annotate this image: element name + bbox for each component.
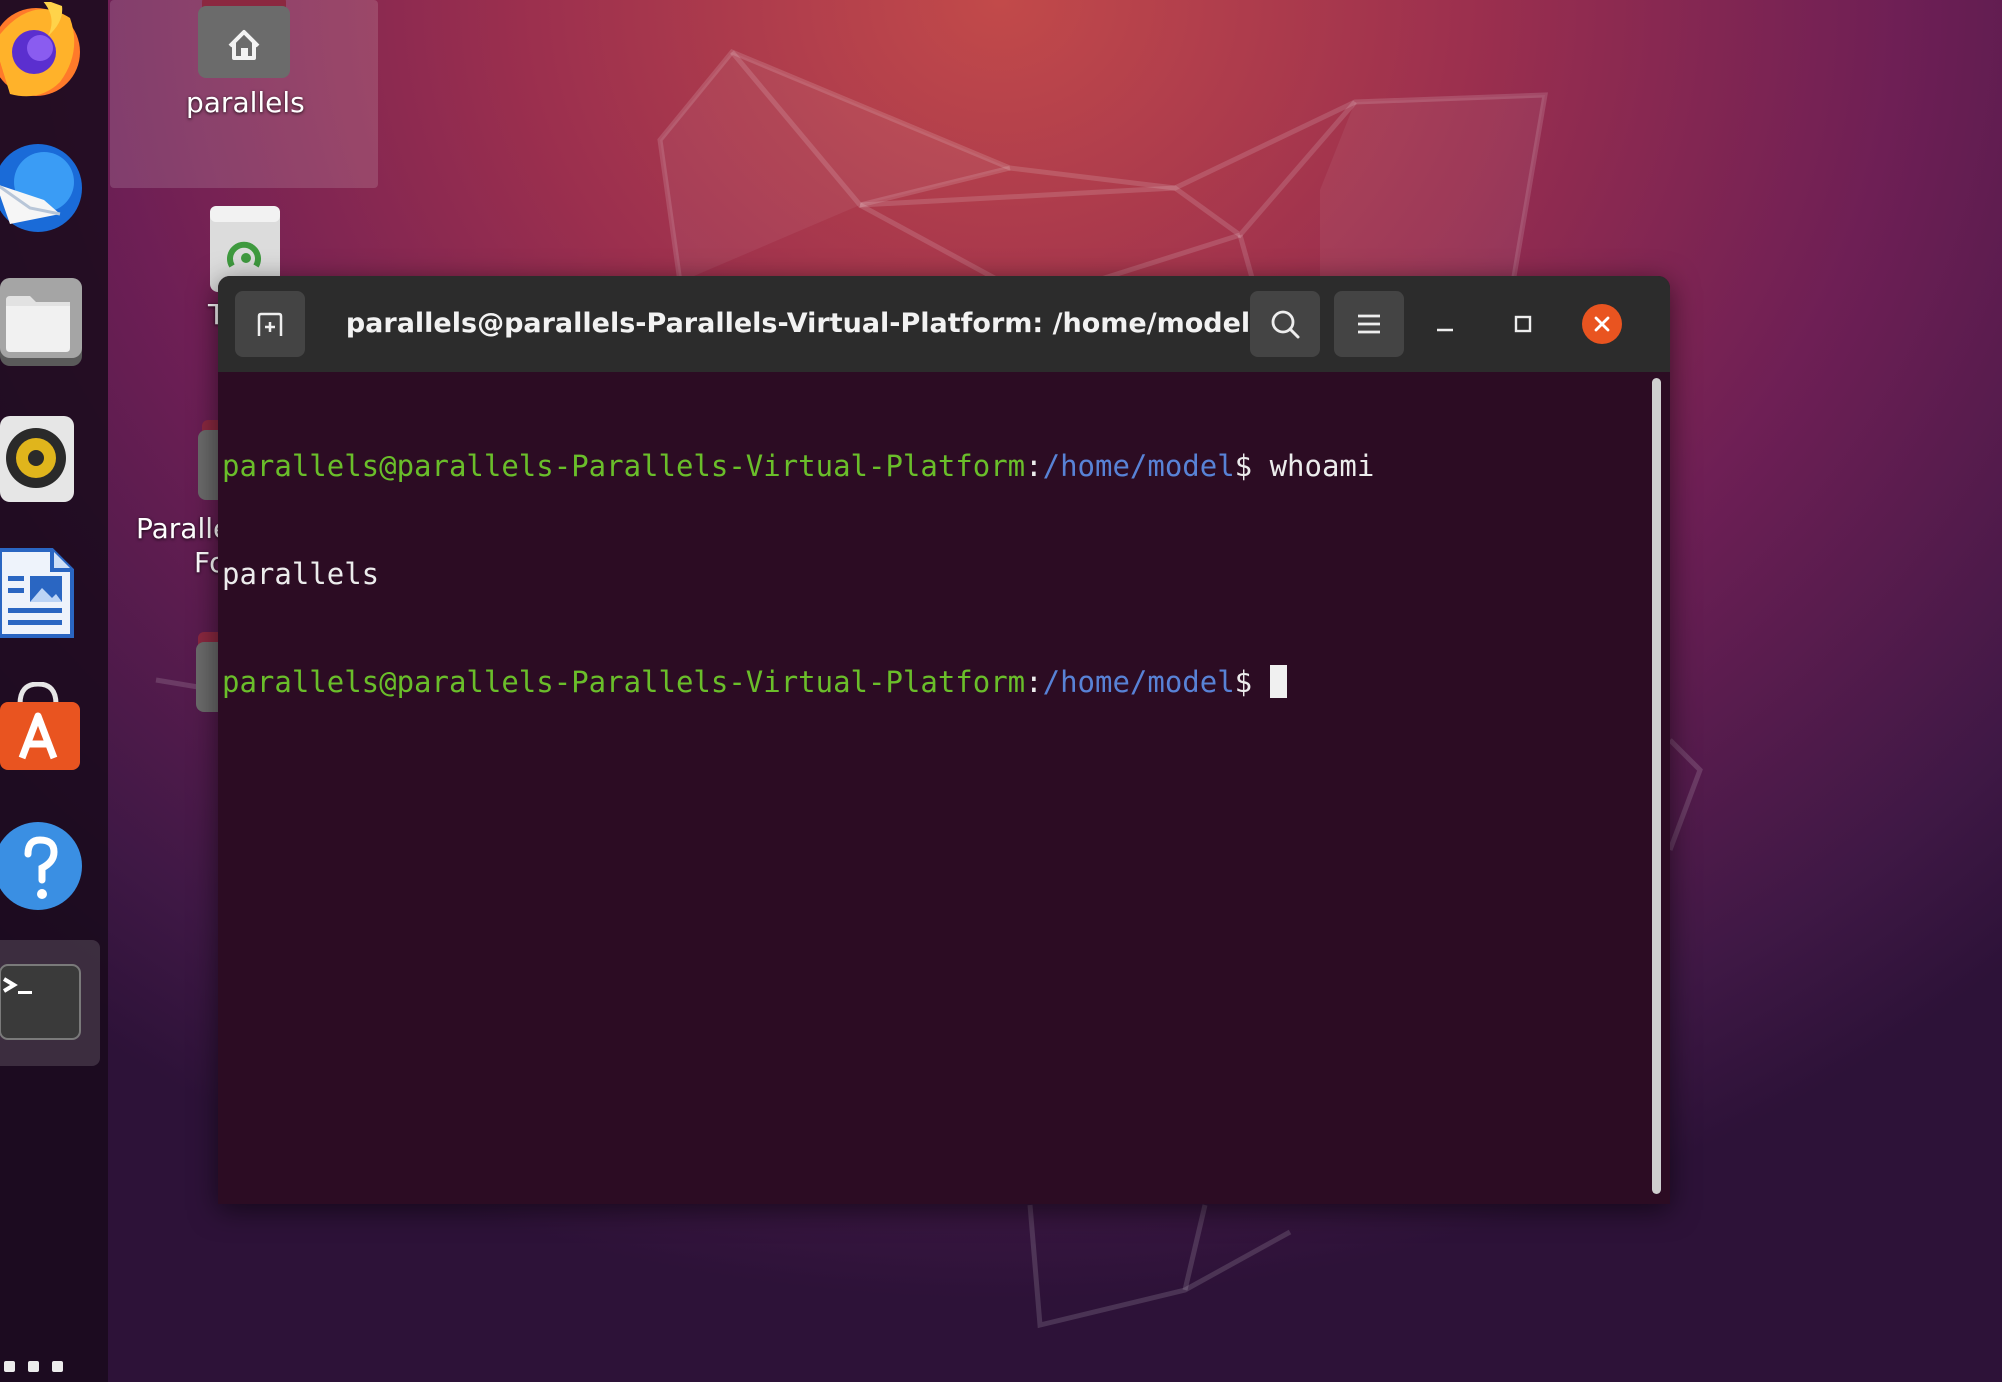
dock-item-files[interactable] bbox=[0, 262, 100, 382]
maximize-icon bbox=[1514, 315, 1532, 333]
desktop-icon-label: Paralle bbox=[136, 512, 231, 545]
minimize-button[interactable] bbox=[1425, 304, 1465, 344]
desktop-icon-label: parallels bbox=[186, 86, 305, 119]
app-grid-icon[interactable] bbox=[4, 1361, 63, 1372]
terminal-window: parallels@parallels-Parallels-Virtual-Pl… bbox=[218, 276, 1670, 1204]
terminal-line: parallels bbox=[222, 556, 1642, 592]
maximize-button[interactable] bbox=[1503, 304, 1543, 344]
prompt-separator: : bbox=[1025, 449, 1043, 483]
firefox-icon bbox=[0, 2, 80, 97]
window-title: parallels@parallels-Parallels-Virtual-Pl… bbox=[345, 308, 1251, 339]
thunderbird-icon bbox=[0, 144, 82, 232]
desktop-shared-folder[interactable]: Paralle Fo bbox=[130, 420, 278, 580]
prompt-path: /home/model bbox=[1042, 449, 1235, 483]
desktop-home-folder[interactable]: parallels bbox=[110, 0, 378, 188]
rhythmbox-icon bbox=[0, 416, 74, 502]
dock bbox=[0, 0, 108, 1382]
software-icon bbox=[0, 682, 80, 770]
scrollbar[interactable] bbox=[1652, 378, 1661, 1194]
prompt-symbol: $ bbox=[1234, 449, 1270, 483]
terminal-line: parallels@parallels-Parallels-Virtual-Pl… bbox=[222, 664, 1642, 700]
close-icon bbox=[1594, 316, 1610, 332]
files-icon bbox=[0, 278, 82, 366]
text-cursor bbox=[1269, 665, 1287, 698]
terminal-titlebar[interactable]: parallels@parallels-Parallels-Virtual-Pl… bbox=[218, 276, 1670, 372]
hamburger-menu-icon bbox=[1358, 314, 1380, 334]
command-output: parallels bbox=[222, 557, 380, 591]
minimize-icon bbox=[1437, 328, 1453, 332]
search-button[interactable] bbox=[1250, 291, 1320, 357]
prompt-separator: : bbox=[1025, 665, 1043, 699]
terminal-line: parallels@parallels-Parallels-Virtual-Pl… bbox=[222, 448, 1642, 484]
help-icon bbox=[0, 822, 82, 910]
dock-item-thunderbird[interactable] bbox=[0, 128, 100, 248]
dock-item-rhythmbox[interactable] bbox=[0, 398, 100, 518]
dock-item-writer[interactable] bbox=[0, 532, 100, 652]
home-folder-icon bbox=[198, 0, 290, 78]
command-text: whoami bbox=[1269, 449, 1375, 483]
menu-button[interactable] bbox=[1334, 291, 1404, 357]
dock-item-software[interactable] bbox=[0, 668, 100, 788]
search-icon bbox=[1271, 310, 1300, 339]
writer-icon bbox=[0, 548, 74, 638]
dock-item-terminal[interactable] bbox=[0, 940, 100, 1066]
terminal-output[interactable]: parallels@parallels-Parallels-Virtual-Pl… bbox=[222, 376, 1642, 1196]
new-tab-button[interactable] bbox=[235, 291, 305, 357]
dock-item-help[interactable] bbox=[0, 806, 100, 926]
prompt-user: parallels@parallels-Parallels-Virtual-Pl… bbox=[222, 665, 1026, 699]
new-tab-icon bbox=[257, 312, 283, 336]
prompt-user: parallels@parallels-Parallels-Virtual-Pl… bbox=[222, 449, 1026, 483]
terminal-icon bbox=[0, 964, 81, 1040]
dock-item-firefox[interactable] bbox=[0, 0, 100, 104]
close-button[interactable] bbox=[1582, 304, 1622, 344]
prompt-symbol: $ bbox=[1234, 665, 1270, 699]
prompt-path: /home/model bbox=[1042, 665, 1235, 699]
